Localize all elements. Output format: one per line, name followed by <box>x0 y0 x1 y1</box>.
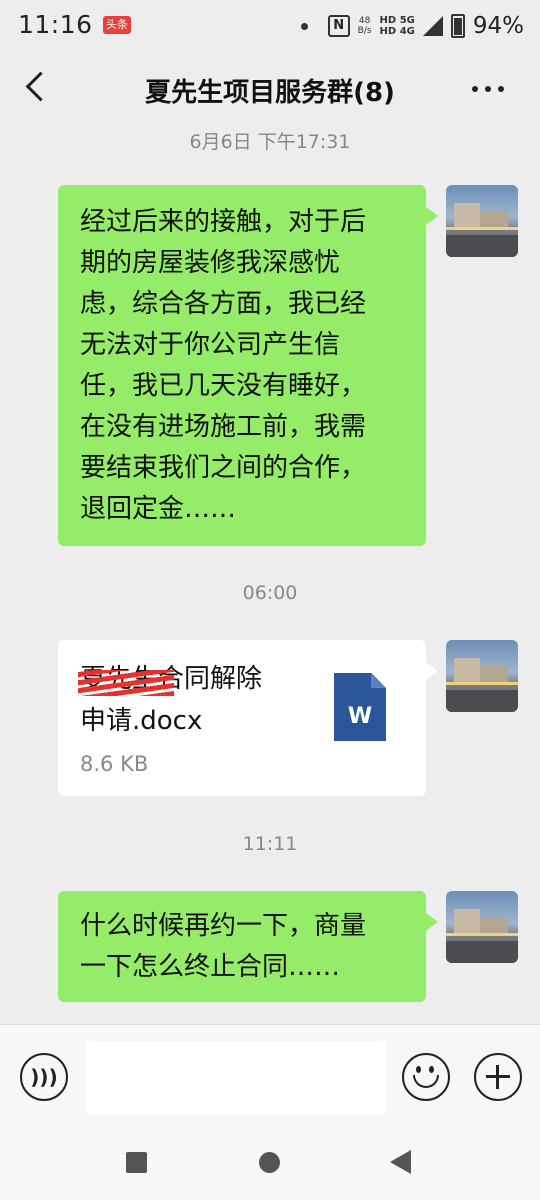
chat-input-bar: ))) <box>0 1024 540 1129</box>
message-line: 期的房屋装修我深感忧 <box>80 248 341 278</box>
message-line: 要结束我们之间的合作， <box>80 453 367 483</box>
message-line: 虑，综合各方面，我已经 <box>80 289 367 319</box>
network-speed: 48 B/s <box>358 16 372 36</box>
word-document-icon-letter: W <box>347 704 373 729</box>
avatar[interactable] <box>446 891 518 963</box>
chat-title: 夏先生项目服务群(8) <box>145 78 395 108</box>
signal-icon <box>422 16 443 36</box>
status-bar: 11:16 头条 N 48 B/s HD 5G HD 4G 94% <box>0 0 540 52</box>
message-timestamp: 6月6日 下午17:31 <box>189 131 351 153</box>
emoji-eye-icon <box>416 1066 421 1073</box>
redaction-scribble <box>78 670 174 696</box>
sent-text-message[interactable]: 什么时候再约一下，商量 一下怎么终止合同…… <box>58 891 438 1002</box>
status-indicators: N 48 B/s HD 5G HD 4G 94% <box>300 10 524 42</box>
file-name-line: 申请.docx <box>80 706 203 736</box>
emoji-smile-icon <box>413 1075 439 1088</box>
network-speed-unit: B/s <box>357 26 372 36</box>
message-line: 一下怎么终止合同…… <box>80 952 341 982</box>
message-line: 在没有进场施工前，我需 <box>80 412 367 442</box>
battery-icon <box>450 14 465 38</box>
emoji-eye-icon <box>429 1066 434 1073</box>
message-line: 无法对于你公司产生信 <box>80 330 341 360</box>
notification-dot-icon <box>300 22 308 30</box>
system-navigation-bar <box>0 1128 540 1200</box>
more-options-icon[interactable] <box>472 86 504 92</box>
sent-text-message[interactable]: 经过后来的接触，对于后 期的房屋装修我深感忧 虑，综合各方面，我已经 无法对于你… <box>58 185 438 546</box>
nfc-icon: N <box>327 15 350 37</box>
sim-line-1: HD 5G <box>379 15 415 26</box>
message-timestamp: 06:00 <box>242 582 298 604</box>
message-line: 任，我已几天没有睡好， <box>80 371 367 401</box>
more-functions-plus-button[interactable] <box>474 1053 522 1101</box>
message-input[interactable] <box>86 1041 386 1115</box>
file-message[interactable]: 夏先生合同解除 申请.docx 8.6 KB W <box>58 640 438 796</box>
emoji-button[interactable] <box>402 1053 450 1101</box>
file-size: 8.6 KB <box>80 752 149 776</box>
message-timestamp: 11:11 <box>242 833 298 855</box>
sim-line-2: HD 4G <box>379 26 415 37</box>
network-speed-value: 48 <box>358 16 371 26</box>
home-circle-icon[interactable] <box>259 1152 280 1173</box>
voice-input-button[interactable]: ))) <box>20 1053 68 1101</box>
message-line: 什么时候再约一下，商量 <box>80 911 367 941</box>
status-time: 11:16 <box>18 10 93 39</box>
battery-percent: 94% <box>472 13 524 39</box>
recents-square-icon[interactable] <box>126 1152 147 1173</box>
back-triangle-icon[interactable] <box>390 1150 411 1174</box>
message-line: 退回定金…… <box>80 494 237 524</box>
avatar[interactable] <box>446 640 518 712</box>
avatar[interactable] <box>446 185 518 257</box>
message-line: 经过后来的接触，对于后 <box>80 207 367 237</box>
voice-wave-icon: ))) <box>30 1065 58 1089</box>
chat-header: 夏先生项目服务群(8) <box>0 52 540 128</box>
toutiao-badge-icon: 头条 <box>103 16 131 34</box>
sim-network-icon: HD 5G HD 4G <box>380 15 415 37</box>
